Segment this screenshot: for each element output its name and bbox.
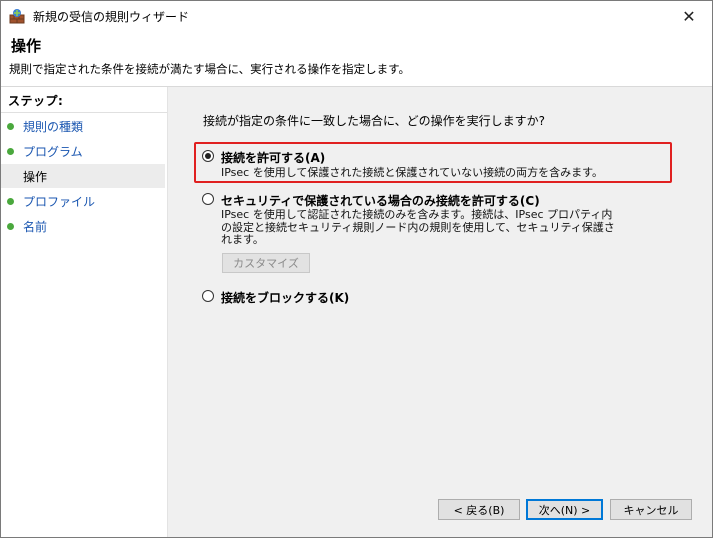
option-allow-secure-description: IPsec を使用して認証された接続のみを含みます。接続は、IPsec プロパテ… (221, 208, 615, 247)
radio-allow-secure[interactable] (202, 193, 214, 205)
step-bullet-icon (7, 147, 14, 155)
step-bullet-icon (7, 197, 14, 205)
step-program[interactable]: プログラム (1, 139, 165, 163)
step-label: 名前 (23, 219, 48, 234)
wizard-header: 操作 規則で指定された条件を接続が満たす場合に、実行される操作を指定します。 (1, 31, 712, 87)
step-label: 規則の種類 (23, 119, 84, 134)
step-rule-type[interactable]: 規則の種類 (1, 114, 165, 138)
description-line: の設定と接続セキュリティ規則ノード内の規則を使用して、セキュリティ保護さ (221, 220, 615, 234)
description-line: れます。 (221, 233, 264, 246)
step-bullet-icon (7, 222, 14, 230)
firewall-app-icon (9, 9, 25, 24)
next-button[interactable]: 次へ(N) > (526, 499, 603, 520)
radio-allow[interactable] (202, 150, 214, 162)
step-label: プログラム (23, 144, 83, 159)
radio-block[interactable] (202, 290, 214, 302)
steps-title: ステップ: (8, 94, 64, 108)
window-title: 新規の受信の規則ウィザード (33, 10, 190, 24)
close-button[interactable]: ✕ (666, 1, 712, 31)
step-profile[interactable]: プロファイル (1, 189, 165, 213)
title-bar: 新規の受信の規則ウィザード ✕ (1, 1, 712, 31)
option-allow-description: IPsec を使用して保護された接続と保護されていない接続の両方を含みます。 (221, 166, 603, 179)
page-title: 操作 (11, 37, 42, 55)
action-question: 接続が指定の条件に一致した場合に、どの操作を実行しますか? (203, 114, 546, 128)
description-line: IPsec を使用して認証された接続のみを含みます。接続は、IPsec プロパテ… (221, 208, 613, 221)
steps-sidebar: ステップ: 規則の種類 プログラム 操作 プロファイル 名前 (1, 87, 168, 537)
customize-button: カスタマイズ (222, 253, 310, 273)
option-block-label[interactable]: 接続をブロックする(K) (221, 289, 349, 306)
back-button[interactable]: < 戻る(B) (438, 499, 520, 520)
page-description: 規則で指定された条件を接続が満たす場合に、実行される操作を指定します。 (9, 62, 411, 76)
step-bullet-icon (7, 122, 14, 130)
step-label: 操作 (23, 169, 48, 184)
option-allow-label[interactable]: 接続を許可する(A) (221, 149, 325, 166)
steps-divider (1, 112, 167, 113)
close-icon: ✕ (682, 6, 696, 26)
step-action: 操作 (1, 164, 165, 188)
main-panel: 接続が指定の条件に一致した場合に、どの操作を実行しますか? 接続を許可する(A)… (168, 87, 712, 537)
step-label: プロファイル (23, 194, 96, 209)
cancel-button[interactable]: キャンセル (610, 499, 692, 520)
wizard-window: 新規の受信の規則ウィザード ✕ 操作 規則で指定された条件を接続が満たす場合に、… (0, 0, 713, 538)
option-allow-secure-label[interactable]: セキュリティで保護されている場合のみ接続を許可する(C) (221, 192, 540, 209)
step-name[interactable]: 名前 (1, 214, 165, 238)
